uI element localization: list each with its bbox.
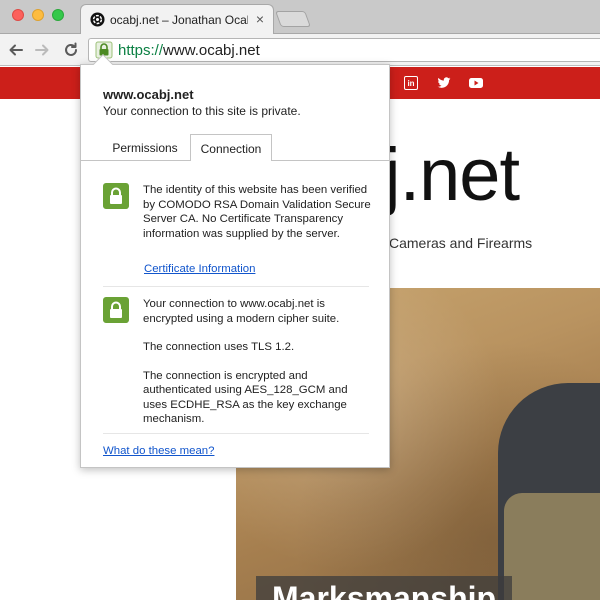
close-window-button[interactable] bbox=[12, 9, 24, 21]
section-divider bbox=[103, 433, 369, 434]
twitter-bird-icon bbox=[437, 77, 451, 88]
lock-icon bbox=[103, 297, 129, 323]
tab-permissions[interactable]: Permissions bbox=[103, 141, 187, 161]
arrow-right-icon bbox=[35, 44, 49, 56]
forward-button[interactable] bbox=[31, 39, 53, 61]
logo-text: j.net bbox=[384, 133, 520, 216]
tab-close-icon[interactable]: × bbox=[256, 10, 264, 28]
linkedin-icon[interactable]: in bbox=[404, 76, 418, 90]
tls-version-paragraph: The connection uses TLS 1.2. bbox=[143, 341, 295, 353]
url-scheme: https:// bbox=[118, 42, 164, 59]
new-tab-button[interactable] bbox=[275, 11, 311, 27]
popup-host: www.ocabj.net bbox=[103, 87, 194, 102]
youtube-play-icon bbox=[469, 78, 483, 88]
identity-text: The identity of this website has been ve… bbox=[143, 184, 371, 240]
youtube-icon[interactable] bbox=[469, 76, 483, 90]
site-tagline: Cameras and Firearms bbox=[389, 235, 533, 251]
tab-connection[interactable]: Connection bbox=[190, 134, 272, 161]
encryption-text: Your connection to www.ocabj.net is encr… bbox=[143, 297, 371, 441]
site-favicon-icon bbox=[90, 12, 105, 27]
hero-tactical-vest bbox=[504, 493, 600, 600]
arrow-left-icon bbox=[9, 44, 23, 56]
site-info-popup: www.ocabj.net Your connection to this si… bbox=[80, 64, 391, 468]
browser-tab[interactable]: ocabj.net – Jonathan Ocab × bbox=[80, 4, 274, 34]
reload-icon bbox=[65, 42, 77, 56]
maximize-window-button[interactable] bbox=[52, 9, 64, 21]
address-bar[interactable]: https://www.ocabj.net bbox=[88, 38, 600, 62]
url-host: www.ocabj.net bbox=[163, 42, 260, 59]
browser-window: ocabj.net – Jonathan Ocab × https://www.… bbox=[0, 0, 600, 600]
what-do-these-mean-link[interactable]: What do these mean? bbox=[103, 445, 214, 457]
padlock-icon bbox=[110, 301, 122, 318]
popup-subtitle: Your connection to this site is private. bbox=[103, 104, 301, 118]
tab-bar: ocabj.net – Jonathan Ocab × bbox=[0, 0, 600, 34]
browser-toolbar: https://www.ocabj.net bbox=[0, 34, 600, 66]
encryption-paragraph: Your connection to www.ocabj.net is encr… bbox=[143, 298, 340, 325]
section-divider bbox=[103, 286, 369, 287]
cipher-paragraph: The connection is encrypted and authenti… bbox=[143, 369, 348, 426]
hero-caption[interactable]: Marksmanship bbox=[272, 580, 496, 600]
back-button[interactable] bbox=[5, 39, 27, 61]
padlock-icon bbox=[110, 187, 122, 204]
tab-title: ocabj.net – Jonathan Ocab bbox=[110, 13, 248, 27]
lock-icon bbox=[103, 183, 129, 209]
url-text: https://www.ocabj.net bbox=[118, 42, 260, 59]
reload-button[interactable] bbox=[60, 39, 82, 61]
certificate-information-link[interactable]: Certificate Information bbox=[144, 263, 255, 275]
twitter-icon[interactable] bbox=[437, 76, 451, 90]
minimize-window-button[interactable] bbox=[32, 9, 44, 21]
